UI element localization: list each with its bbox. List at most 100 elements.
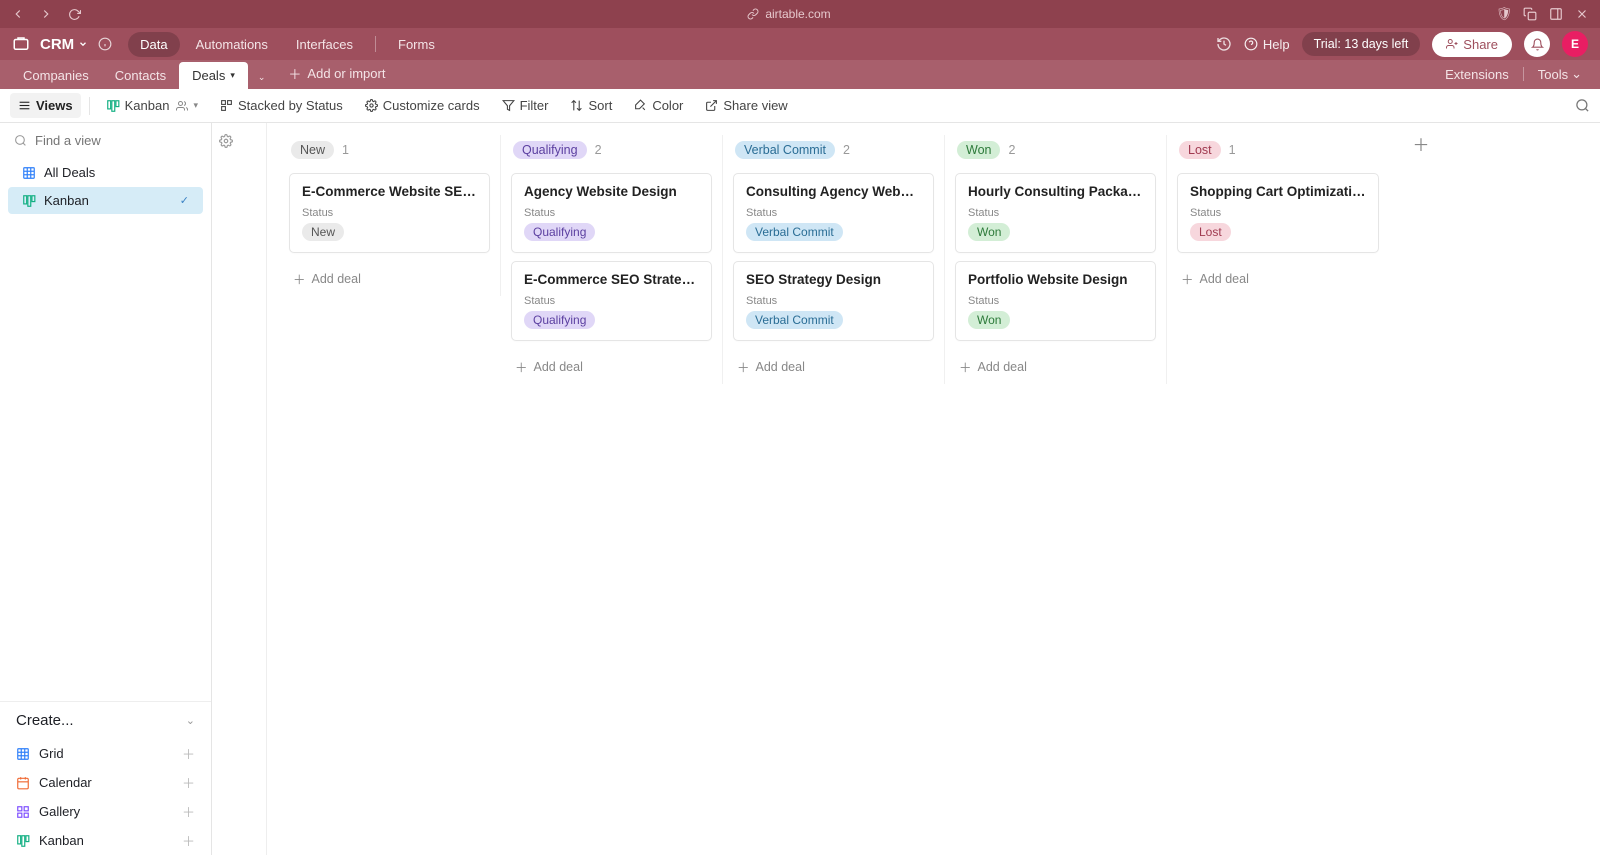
count: 1 <box>1229 143 1236 157</box>
add-deal-label: Add deal <box>312 272 361 286</box>
add-deal-label: Add deal <box>756 360 805 374</box>
separator <box>89 97 90 115</box>
info-icon[interactable] <box>98 37 112 51</box>
avatar[interactable]: E <box>1562 31 1588 57</box>
create-kanban[interactable]: Kanban ＋ <box>0 826 211 855</box>
status-field-label: Status <box>524 289 699 311</box>
color-button[interactable]: Color <box>626 93 691 118</box>
share-label: Share <box>1463 37 1498 52</box>
add-deal-button[interactable]: ＋Add deal <box>511 349 712 384</box>
customize-cards-button[interactable]: Customize cards <box>357 93 488 118</box>
count: 2 <box>1008 143 1015 157</box>
stacked-label: Stacked by Status <box>238 98 343 113</box>
create-calendar[interactable]: Calendar＋ <box>0 768 211 797</box>
kanban-icon <box>16 834 30 848</box>
nav-forms[interactable]: Forms <box>386 32 447 57</box>
kanban-card[interactable]: Agency Website DesignStatusQualifying <box>511 173 712 253</box>
view-name-label: Kanban <box>125 98 170 113</box>
history-icon[interactable] <box>1216 36 1232 52</box>
add-deal-button[interactable]: ＋Add deal <box>289 261 490 296</box>
column-won: Won 2 Hourly Consulting PackageStatusWonPo… <box>945 135 1167 384</box>
stacked-by-button[interactable]: Stacked by Status <box>212 93 351 118</box>
customize-label: Customize cards <box>383 98 480 113</box>
share-button[interactable]: Share <box>1432 32 1512 57</box>
close-icon[interactable] <box>1574 6 1590 22</box>
gallery-icon <box>16 805 30 819</box>
nav-interfaces[interactable]: Interfaces <box>284 32 365 57</box>
kanban-card[interactable]: SEO Strategy DesignStatusVerbal Commit <box>733 261 934 341</box>
kanban-icon <box>22 194 36 208</box>
tab-deals[interactable]: Deals ▾ <box>179 62 248 89</box>
gutter <box>212 123 267 855</box>
add-column[interactable]: ＋ <box>1401 123 1441 855</box>
sidebar-view-all-deals[interactable]: All Deals <box>8 159 203 186</box>
add-table-button[interactable]: ＋ Add or import <box>275 58 398 89</box>
share-view-button[interactable]: Share view <box>697 93 795 118</box>
main: All DealsKanban✓ Create... ⌄ Grid＋Calend… <box>0 123 1600 855</box>
help-button[interactable]: Help <box>1244 37 1290 52</box>
view-switcher[interactable]: Kanban ▾ <box>98 93 206 118</box>
back-icon[interactable] <box>10 6 26 22</box>
kanban-card[interactable]: E-Commerce Website SEO an...StatusNew <box>289 173 490 253</box>
create-label: Kanban <box>39 833 84 848</box>
tools-button[interactable]: Tools ⌄ <box>1530 63 1590 85</box>
chevron-down-icon <box>78 39 88 49</box>
create-grid[interactable]: Grid＋ <box>0 739 211 768</box>
sort-label: Sort <box>588 98 612 113</box>
find-view-input[interactable] <box>35 133 211 148</box>
create-gallery[interactable]: Gallery＋ <box>0 797 211 826</box>
kanban-card[interactable]: Hourly Consulting PackageStatusWon <box>955 173 1156 253</box>
status-badge: Won <box>957 141 1000 159</box>
kanban-card[interactable]: Shopping Cart OptimizationStatusLost <box>1177 173 1379 253</box>
filter-button[interactable]: Filter <box>494 93 557 118</box>
add-deal-button[interactable]: ＋Add deal <box>733 349 934 384</box>
add-deal-button[interactable]: ＋Add deal <box>955 349 1156 384</box>
url-text[interactable]: airtable.com <box>765 7 830 21</box>
nav-data[interactable]: Data <box>128 32 179 57</box>
status-field-label: Status <box>746 289 921 311</box>
forward-icon[interactable] <box>38 6 54 22</box>
status-field-label: Status <box>968 201 1143 223</box>
tab-companies[interactable]: Companies <box>10 62 102 89</box>
plus-icon: ＋ <box>1413 131 1430 855</box>
chevron-down-icon: ⌄ <box>1571 66 1582 82</box>
calendar-icon <box>16 776 30 790</box>
sidebar-view-kanban[interactable]: Kanban✓ <box>8 187 203 214</box>
color-label: Color <box>652 98 683 113</box>
panel-icon[interactable] <box>1548 6 1564 22</box>
reload-icon[interactable] <box>66 6 82 22</box>
kanban-card[interactable]: Portfolio Website DesignStatusWon <box>955 261 1156 341</box>
create-header[interactable]: Create... ⌄ <box>0 701 211 739</box>
add-deal-button[interactable]: ＋Add deal <box>1177 261 1379 296</box>
base-title[interactable]: CRM <box>40 36 88 53</box>
tab-contacts[interactable]: Contacts <box>102 62 179 89</box>
plus-icon: ＋ <box>182 831 195 850</box>
trial-pill[interactable]: Trial: 13 days left <box>1302 32 1421 56</box>
column-header: Won 2 <box>955 135 1156 173</box>
plus-icon: ＋ <box>515 357 528 376</box>
share-view-label: Share view <box>723 98 787 113</box>
kanban-card[interactable]: Consulting Agency Website a...StatusVerb… <box>733 173 934 253</box>
divider <box>1523 67 1524 81</box>
sort-button[interactable]: Sort <box>562 93 620 118</box>
create-label: Gallery <box>39 804 80 819</box>
copy-icon[interactable] <box>1522 6 1538 22</box>
status-badge: Won <box>968 311 1010 329</box>
extensions-button[interactable]: Extensions <box>1437 64 1517 85</box>
chevron-down-icon: ⌄ <box>186 714 195 727</box>
shield-icon[interactable]: 🛡︎ <box>1496 6 1512 22</box>
link-icon <box>747 8 759 20</box>
status-field-label: Status <box>1190 201 1366 223</box>
column-verbal-commit: Verbal Commit2Consulting Agency Website … <box>723 135 945 384</box>
nav-automations[interactable]: Automations <box>184 32 280 57</box>
kanban-card[interactable]: E-Commerce SEO Strategy D...StatusQualif… <box>511 261 712 341</box>
search-records-button[interactable] <box>1575 98 1590 113</box>
status-badge: New <box>302 223 344 241</box>
views-toggle[interactable]: Views <box>10 93 81 118</box>
find-view-row <box>0 123 211 158</box>
notifications-button[interactable] <box>1524 31 1550 57</box>
tab-options[interactable]: ⌄ <box>248 66 276 89</box>
status-badge: Verbal Commit <box>746 311 843 329</box>
base-icon[interactable] <box>12 35 30 53</box>
plus-icon: ＋ <box>959 357 972 376</box>
